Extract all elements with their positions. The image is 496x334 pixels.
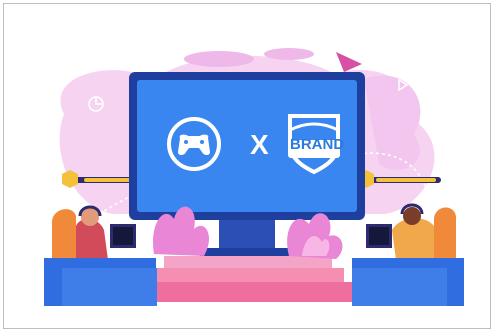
left-gamer: [44, 205, 157, 306]
right-gamer: [352, 203, 464, 306]
shield-brand-label: BRAND: [290, 136, 344, 153]
paper-plane-icon: [336, 52, 362, 72]
background-blob-right-top: [264, 48, 314, 60]
illustration-frame: X BRAND: [3, 3, 491, 329]
esports-sponsorship-illustration: X BRAND: [44, 48, 464, 306]
screen-x-label: X: [250, 129, 269, 160]
background-blob-top: [184, 51, 254, 67]
stage-steps: [140, 256, 356, 302]
